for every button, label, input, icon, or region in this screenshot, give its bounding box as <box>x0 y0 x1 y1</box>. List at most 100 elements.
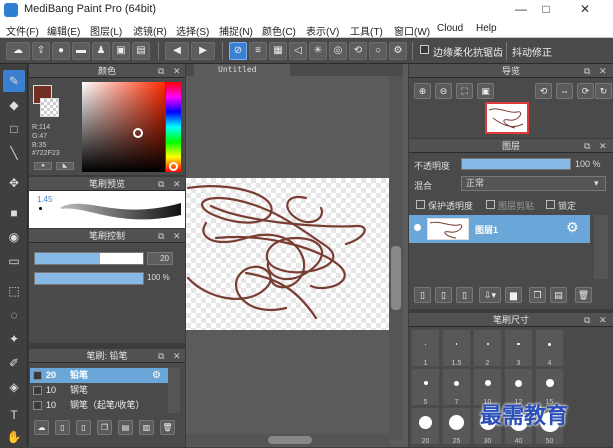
cloud-icon[interactable]: ☁ <box>6 42 30 60</box>
delete-brush-icon[interactable]: 🗑 <box>160 420 175 435</box>
brush-size-option[interactable]: 5 <box>411 368 440 406</box>
antialias-checkbox[interactable] <box>420 45 429 54</box>
lock-icon[interactable]: ▣ <box>112 42 130 60</box>
close-icon[interactable]: ✕ <box>173 229 181 243</box>
layer-list-scrollbar[interactable] <box>594 215 608 279</box>
saturation-value-picker[interactable] <box>82 82 165 172</box>
menu-help[interactable]: Help <box>476 23 497 34</box>
canvas-tab[interactable]: Untitled <box>194 64 290 76</box>
menu-view[interactable]: 表示(V) <box>306 23 339 38</box>
popout-icon[interactable]: ⧉ <box>158 64 164 78</box>
rotate-right-icon[interactable]: ⟳ <box>577 83 594 99</box>
new-8bit-layer-icon[interactable]: ▯ <box>456 287 473 303</box>
parallel-snap-icon[interactable]: ≡ <box>249 42 267 60</box>
brush-size-option[interactable]: 7 <box>442 368 471 406</box>
dot-tool-icon[interactable]: ╲ <box>3 142 25 164</box>
layer-row[interactable]: 图层1 ⚙ <box>409 215 590 243</box>
horizontal-scroll-thumb[interactable] <box>268 436 312 444</box>
brush-size-option[interactable]: 4 <box>535 329 564 367</box>
maximize-button[interactable]: □ <box>531 1 561 18</box>
close-icon[interactable]: ✕ <box>173 64 181 78</box>
merge-layer-icon[interactable]: ▤ <box>550 287 567 303</box>
popout-icon[interactable]: ⧉ <box>584 64 590 78</box>
group-icon[interactable]: ♟ <box>92 42 110 60</box>
brush-settings-gear-icon[interactable]: ⚙ <box>152 368 161 383</box>
brush-size-option[interactable]: 25 <box>442 407 471 445</box>
new-layer-icon[interactable]: ▯ <box>414 287 431 303</box>
menu-file[interactable]: 文件(F) <box>6 23 39 38</box>
popout-icon[interactable]: ⧉ <box>158 229 164 243</box>
close-icon[interactable]: ✕ <box>173 177 181 191</box>
select-eraser-icon[interactable]: ◈ <box>3 376 25 398</box>
brush-tool-icon[interactable]: ✎ <box>3 70 25 92</box>
actual-size-icon[interactable]: ▣ <box>477 83 494 99</box>
operation-tool-icon[interactable]: ✋ <box>3 426 25 448</box>
select-pen-icon[interactable]: ✐ <box>3 352 25 374</box>
brush-size-option[interactable]: 1.5 <box>442 329 471 367</box>
swap-color-icon[interactable]: ◣ <box>56 162 74 170</box>
new-brush-icon[interactable]: ▯ <box>55 420 70 435</box>
brush-list-item[interactable]: 10 钢笔 <box>30 383 180 398</box>
brush-list-view-icon[interactable]: ▥ <box>139 420 154 435</box>
grid-snap-icon[interactable]: ▦ <box>269 42 287 60</box>
menu-color[interactable]: 颜色(C) <box>262 23 296 38</box>
canvas-vertical-scrollbar[interactable] <box>389 76 403 440</box>
close-button[interactable]: ✕ <box>570 1 600 18</box>
zoom-in-icon[interactable]: ⊕ <box>414 83 431 99</box>
brush-folder-icon[interactable]: ▤ <box>118 420 133 435</box>
layer-folder-icon[interactable]: ▆ <box>505 287 522 303</box>
secondary-color-swatch[interactable] <box>40 98 59 117</box>
redo-icon[interactable]: ▶ <box>191 42 215 60</box>
curve-snap-icon[interactable]: ⟲ <box>349 42 367 60</box>
delete-layer-icon[interactable]: 🗑 <box>575 287 592 303</box>
radial-snap-icon[interactable]: ✳ <box>309 42 327 60</box>
brush-size-option[interactable]: 1 <box>411 329 440 367</box>
close-icon[interactable]: ✕ <box>599 64 607 78</box>
clipping-checkbox[interactable] <box>486 200 495 209</box>
menu-filter[interactable]: 滤镜(R) <box>133 23 167 38</box>
add-layer-dropdown-icon[interactable]: ⇩▾ <box>479 287 501 303</box>
upload-icon[interactable]: ⇪ <box>32 42 50 60</box>
brush-size-option[interactable]: 3 <box>504 329 533 367</box>
popout-icon[interactable]: ⧉ <box>158 177 164 191</box>
menu-cloud[interactable]: Cloud <box>437 23 463 34</box>
zoom-out-icon[interactable]: ⊖ <box>435 83 452 99</box>
brush-list-item[interactable]: 10 钢笔（起笔/收笔） <box>30 398 180 413</box>
brush-opacity-slider[interactable] <box>34 272 144 285</box>
undo-icon[interactable]: ◀ <box>165 42 189 60</box>
popout-icon[interactable]: ⧉ <box>584 313 590 327</box>
canvas-horizontal-scrollbar[interactable] <box>186 434 389 446</box>
eyedropper-icon[interactable]: ● <box>34 162 52 170</box>
menu-edit[interactable]: 编辑(E) <box>47 23 80 38</box>
menu-window[interactable]: 窗口(W) <box>394 23 430 38</box>
brush-list-item[interactable]: 20 铅笔 ⚙ <box>30 368 180 383</box>
speech-icon[interactable]: ● <box>52 42 70 60</box>
brush-size-option[interactable]: 2 <box>473 329 502 367</box>
comment-icon[interactable]: ▬ <box>72 42 90 60</box>
magic-wand-icon[interactable]: ✦ <box>3 328 25 350</box>
cloud-brush-icon[interactable]: ☁ <box>34 420 49 435</box>
select-tool-icon[interactable]: ⬚ <box>3 280 25 302</box>
gradient-tool-icon[interactable]: ▭ <box>3 250 25 272</box>
menu-snap[interactable]: 捕捉(N) <box>219 23 253 38</box>
brush-size-value[interactable]: 20 <box>147 252 173 265</box>
duplicate-layer-icon[interactable]: ❐ <box>529 287 546 303</box>
popout-icon[interactable]: ⧉ <box>584 139 590 153</box>
brush-size-slider[interactable] <box>34 252 144 265</box>
hue-slider-handle[interactable] <box>169 162 178 171</box>
fit-window-icon[interactable]: ⛶ <box>456 83 473 99</box>
close-icon[interactable]: ✕ <box>599 139 607 153</box>
blend-mode-select[interactable]: 正常 ▾ <box>461 176 606 191</box>
settings-gear-icon[interactable]: ⚙ <box>389 42 407 60</box>
menu-tool[interactable]: 工具(T) <box>350 23 383 38</box>
menu-select[interactable]: 选择(S) <box>176 23 209 38</box>
add-brush-icon[interactable]: ▯ <box>76 420 91 435</box>
snap-off-icon[interactable]: ⊘ <box>229 42 247 60</box>
layer-opacity-slider[interactable] <box>461 158 571 170</box>
close-icon[interactable]: ✕ <box>173 349 181 363</box>
perspective-snap-icon[interactable]: ◁ <box>289 42 307 60</box>
popout-icon[interactable]: ⧉ <box>158 349 164 363</box>
copy-brush-icon[interactable]: ❐ <box>97 420 112 435</box>
circle-snap-icon[interactable]: ◎ <box>329 42 347 60</box>
rectangle-select-icon[interactable]: □ <box>3 118 25 140</box>
